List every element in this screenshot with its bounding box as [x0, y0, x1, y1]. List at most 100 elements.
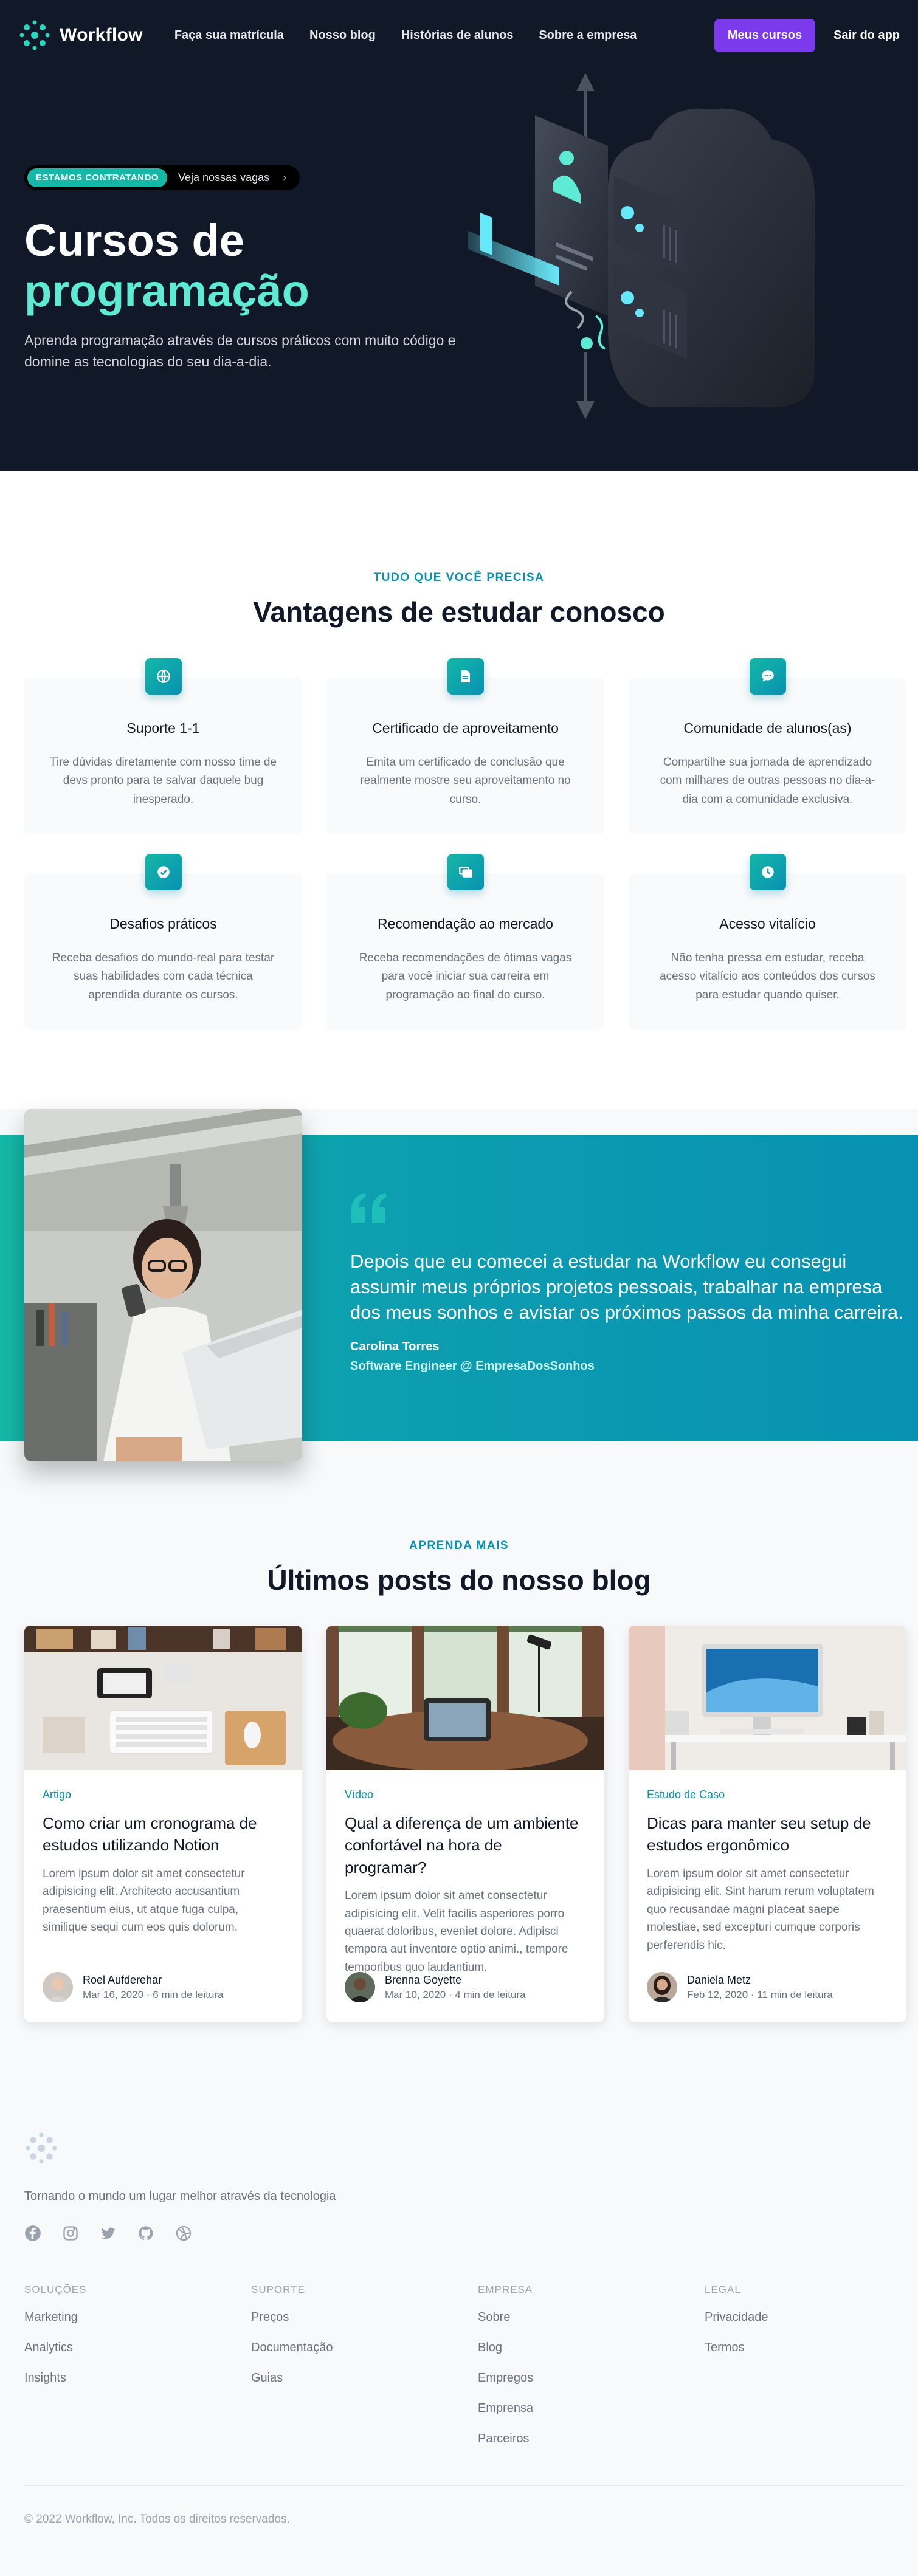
post-title[interactable]: Qual a diferença de um ambiente confortá…	[345, 1812, 586, 1878]
github-icon[interactable]	[137, 2225, 154, 2242]
footer-link[interactable]: Empregos	[478, 2371, 705, 2388]
logo[interactable]: Workflow	[18, 19, 143, 52]
workflow-logo-icon	[19, 20, 50, 50]
footer-link[interactable]: Documentação	[251, 2341, 478, 2358]
feature-title: Certificado de aproveitamento	[372, 720, 559, 736]
post-excerpt: Lorem ipsum dolor sit amet consectetur a…	[647, 1867, 874, 1952]
testimonial-name: Carolina Torres	[350, 1340, 440, 1353]
footer-link[interactable]: Parceiros	[478, 2432, 705, 2449]
author-avatar[interactable]	[43, 1972, 73, 2002]
features-grid: Suporte 1-1 Tire dúvidas diretamente com…	[24, 658, 906, 1030]
feature-card: Recomendação ao mercado Receba recomenda…	[326, 854, 604, 1030]
feature-desc: Receba recomendações de ótimas vagas par…	[359, 952, 572, 1001]
footer-link[interactable]: Privacidade	[705, 2310, 918, 2327]
nav-link-matricula[interactable]: Faça sua matrícula	[174, 29, 284, 43]
feature-card: Comunidade de alunos(as) Compartilhe sua…	[629, 658, 906, 834]
footer-col-suporte: SUPORTE Preços Documentação Guias	[251, 2284, 478, 2449]
footer-link[interactable]: Guias	[251, 2371, 478, 2388]
hero-content: ESTAMOS CONTRATANDO Veja nossas vagas › …	[24, 165, 474, 373]
blog-post-card[interactable]: Vídeo Qual a diferença de um ambiente co…	[326, 1626, 604, 2022]
footer-divider	[24, 2485, 906, 2486]
footer-col-heading: SOLUÇÕES	[24, 2284, 87, 2295]
footer-link[interactable]: Blog	[478, 2341, 705, 2358]
feature-card: Acesso vitalício Não tenha pressa em est…	[629, 854, 906, 1030]
testimonial-role: Software Engineer @ EmpresaDosSonhos	[350, 1359, 595, 1373]
footer-link[interactable]: Marketing	[24, 2310, 251, 2327]
post-body: Vídeo Qual a diferença de um ambiente co…	[326, 1770, 604, 1976]
blog-post-card[interactable]: Artigo Como criar um cronograma de estud…	[24, 1626, 302, 2022]
feature-desc: Emita um certificado de conclusão que re…	[360, 756, 571, 806]
vagas-link[interactable]: Veja nossas vagas	[178, 171, 269, 184]
blog-section: APRENDA MAIS Últimos posts do nosso blog…	[0, 1498, 918, 2033]
footer-link[interactable]: Insights	[24, 2371, 251, 2388]
post-meta: Feb 12, 2020 · 11 min de leitura	[687, 1988, 833, 2001]
footer-link[interactable]: Sobre	[478, 2310, 705, 2327]
testimonial-section: Depois que eu comecei a estudar na Workf…	[0, 1109, 918, 1498]
author-name[interactable]: Brenna Goyette	[385, 1974, 526, 1987]
clock-icon	[749, 854, 786, 890]
sair-do-app-link[interactable]: Sair do app	[833, 29, 900, 43]
nav-link-blog[interactable]: Nosso blog	[309, 29, 376, 43]
hiring-pill[interactable]: ESTAMOS CONTRATANDO Veja nossas vagas ›	[24, 165, 300, 190]
footer-tagline: Tornando o mundo um lugar melhor através…	[24, 2190, 336, 2203]
post-meta: Mar 10, 2020 · 4 min de leitura	[385, 1988, 526, 2001]
author-info: Roel Aufderehar Mar 16, 2020 · 6 min de …	[83, 1974, 224, 2001]
footer-col-heading: SUPORTE	[251, 2284, 305, 2295]
features-heading: TUDO QUE VOCÊ PRECISA Vantagens de estud…	[0, 571, 918, 628]
document-icon	[447, 658, 484, 695]
feature-title: Comunidade de alunos(as)	[683, 720, 852, 736]
nav-link-sobre[interactable]: Sobre a empresa	[539, 29, 637, 43]
features-section: TUDO QUE VOCÊ PRECISA Vantagens de estud…	[0, 471, 918, 1109]
twitter-icon[interactable]	[100, 2225, 117, 2242]
feature-desc: Tire dúvidas diretamente com nosso time …	[49, 756, 277, 806]
footer-link[interactable]: Emprensa	[478, 2402, 705, 2419]
footer-col-empresa: EMPRESA Sobre Blog Empregos Emprensa Par…	[478, 2284, 705, 2449]
globe-icon	[145, 658, 182, 695]
post-author: Daniela Metz Feb 12, 2020 · 11 min de le…	[647, 1972, 833, 2002]
footer-link[interactable]: Termos	[705, 2341, 918, 2358]
post-image-workspace	[326, 1626, 604, 1770]
footer-col-legal: LEGAL Privacidade Termos	[705, 2284, 918, 2449]
author-avatar[interactable]	[345, 1972, 375, 2002]
chevron-right-icon: ›	[283, 171, 287, 184]
post-category[interactable]: Vídeo	[345, 1788, 586, 1801]
author-name[interactable]: Daniela Metz	[687, 1974, 833, 1987]
nav-link-historias[interactable]: Histórias de alunos	[401, 29, 514, 43]
blog-title: Últimos posts do nosso blog	[267, 1564, 651, 1596]
feature-title: Desafios práticos	[109, 916, 217, 932]
feature-desc: Compartilhe sua jornada de aprendizado c…	[660, 756, 875, 806]
feature-card: Suporte 1-1 Tire dúvidas diretamente com…	[24, 658, 302, 834]
blog-post-card[interactable]: Estudo de Caso Dicas para manter seu set…	[629, 1626, 906, 2022]
footer-link[interactable]: Analytics	[24, 2341, 251, 2358]
author-info: Daniela Metz Feb 12, 2020 · 11 min de le…	[687, 1974, 833, 2001]
author-name[interactable]: Roel Aufderehar	[83, 1974, 224, 1987]
post-category[interactable]: Artigo	[43, 1788, 284, 1801]
student-photo	[24, 1109, 302, 1461]
testimonial-quote: Depois que eu comecei a estudar na Workf…	[350, 1251, 903, 1323]
feature-desc: Não tenha pressa em estudar, receba aces…	[660, 952, 875, 1001]
author-avatar[interactable]	[647, 1972, 677, 2002]
nav-links: Faça sua matrícula Nosso blog Histórias …	[174, 29, 637, 43]
post-title[interactable]: Dicas para manter seu setup de estudos e…	[647, 1812, 888, 1856]
hero-subtitle: Aprenda programação através de cursos pr…	[24, 332, 456, 370]
check-badge-icon	[145, 854, 182, 890]
author-info: Brenna Goyette Mar 10, 2020 · 4 min de l…	[385, 1974, 526, 2001]
post-category[interactable]: Estudo de Caso	[647, 1788, 888, 1801]
meus-cursos-button[interactable]: Meus cursos	[714, 18, 816, 52]
logo-text: Workflow	[60, 25, 143, 45]
features-eyebrow: TUDO QUE VOCÊ PRECISA	[373, 571, 545, 584]
feature-desc: Receba desafios do mundo-real para testa…	[52, 952, 275, 1001]
hero-section: Workflow Faça sua matrícula Nosso blog H…	[0, 0, 918, 471]
footer-col-heading: LEGAL	[705, 2284, 741, 2295]
instagram-icon[interactable]	[62, 2225, 79, 2242]
post-title[interactable]: Como criar um cronograma de estudos util…	[43, 1812, 284, 1856]
hero-title-line2: programação	[24, 265, 309, 316]
quote-icon	[351, 1193, 387, 1223]
feature-title: Recomendação ao mercado	[378, 916, 553, 932]
facebook-icon[interactable]	[24, 2225, 41, 2242]
post-image-desk	[24, 1626, 302, 1770]
workflow-logo-icon[interactable]	[24, 2131, 58, 2165]
blog-eyebrow: APRENDA MAIS	[409, 1539, 509, 1552]
footer-link[interactable]: Preços	[251, 2310, 478, 2327]
dribbble-icon[interactable]	[175, 2225, 192, 2242]
